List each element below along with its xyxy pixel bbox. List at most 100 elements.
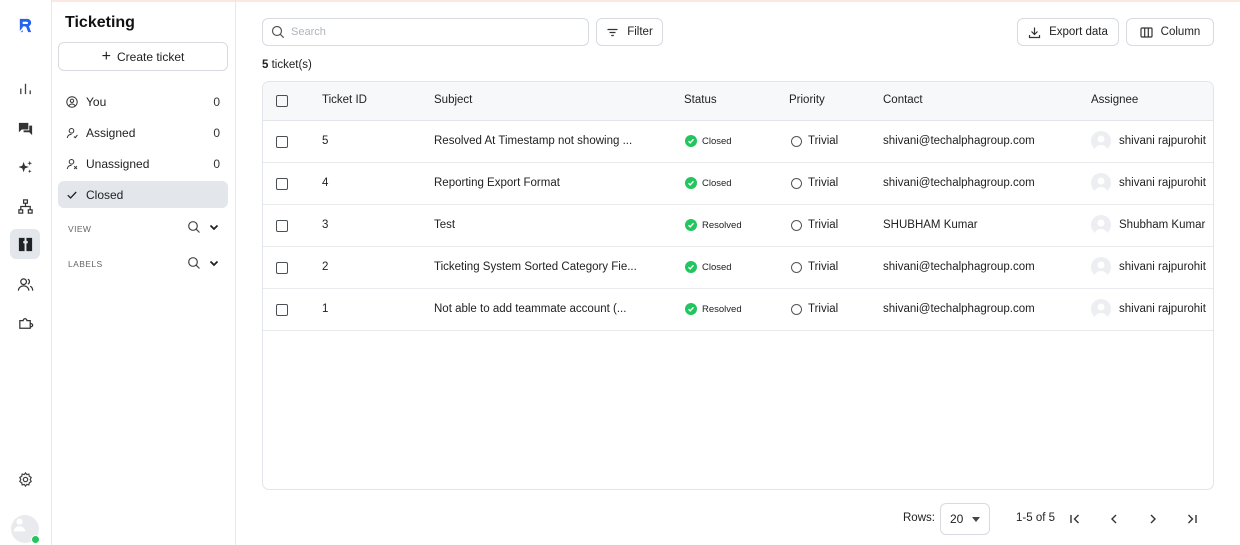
priority-label: Trivial <box>808 177 839 189</box>
assignee-avatar-icon <box>1091 257 1111 277</box>
cell-ticket-id: 1 <box>322 303 329 315</box>
header-subject[interactable]: Subject <box>434 94 472 106</box>
last-page-button[interactable] <box>1181 508 1203 530</box>
column-button[interactable]: Column <box>1126 18 1214 46</box>
status-badge: Closed <box>685 177 732 189</box>
caret-down-icon <box>972 516 981 522</box>
row-checkbox[interactable] <box>276 220 288 232</box>
select-all-checkbox[interactable] <box>276 95 288 107</box>
check-circle-icon <box>685 135 697 147</box>
table-row[interactable]: 2 Ticketing System Sorted Category Fie..… <box>263 247 1213 289</box>
sidebar-item-count: 0 <box>213 156 220 171</box>
contacts-icon[interactable] <box>10 269 40 299</box>
row-checkbox[interactable] <box>276 262 288 274</box>
cell-contact: shivani@techalphagroup.com <box>883 135 1035 147</box>
ticketing-sidebar: Ticketing + Create ticket You 0 Assigned… <box>52 0 236 545</box>
table-row[interactable]: 5 Resolved At Timestamp not showing ... … <box>263 121 1213 163</box>
chevron-left-icon <box>1111 514 1117 524</box>
cell-subject[interactable]: Reporting Export Format <box>434 177 560 189</box>
view-section-label: VIEW <box>68 224 92 234</box>
cell-ticket-id: 4 <box>322 177 329 189</box>
search-icon[interactable] <box>187 220 201 234</box>
cell-subject[interactable]: Not able to add teammate account (... <box>434 303 626 315</box>
sidebar-item-count: 0 <box>213 94 220 109</box>
priority-indicator: Trivial <box>791 303 838 315</box>
cell-contact: shivani@techalphagroup.com <box>883 177 1035 189</box>
check-icon <box>67 191 77 199</box>
next-page-button[interactable] <box>1142 508 1164 530</box>
assignee-name: Shubham Kumar <box>1119 219 1206 231</box>
sidebar-item-assigned[interactable]: Assigned 0 <box>58 119 228 146</box>
logo-icon[interactable] <box>10 10 40 40</box>
header-ticket-id[interactable]: Ticket ID <box>322 94 367 106</box>
status-badge: Closed <box>685 135 732 147</box>
online-status-dot <box>31 535 40 544</box>
priority-indicator: Trivial <box>791 219 838 231</box>
status-badge: Resolved <box>685 303 742 315</box>
chevron-down-icon[interactable] <box>207 256 221 270</box>
search-input[interactable] <box>291 26 571 38</box>
settings-icon[interactable] <box>10 464 40 494</box>
status-badge: Resolved <box>685 219 742 231</box>
sidebar-item-you[interactable]: You 0 <box>58 88 228 115</box>
row-checkbox[interactable] <box>276 136 288 148</box>
workflow-icon[interactable] <box>10 191 40 221</box>
rows-per-page-select[interactable]: 20 <box>940 503 990 535</box>
priority-indicator: Trivial <box>791 177 838 189</box>
cell-subject[interactable]: Test <box>434 219 455 231</box>
priority-label: Trivial <box>808 303 839 315</box>
header-contact[interactable]: Contact <box>883 94 923 106</box>
labels-section-tools <box>187 256 221 270</box>
row-checkbox[interactable] <box>276 304 288 316</box>
filter-label: Filter <box>627 26 653 38</box>
ticket-count-number: 5 <box>262 59 269 71</box>
sidebar-item-closed[interactable]: Closed <box>58 181 228 208</box>
ticket-count-suffix: ticket(s) <box>271 59 312 71</box>
cell-contact: SHUBHAM Kumar <box>883 219 978 231</box>
chevron-down-icon[interactable] <box>207 220 221 234</box>
header-priority[interactable]: Priority <box>789 94 825 106</box>
previous-page-button[interactable] <box>1103 508 1125 530</box>
row-checkbox[interactable] <box>276 178 288 190</box>
last-page-icon <box>1188 514 1197 524</box>
search-icon <box>271 25 285 39</box>
priority-indicator: Trivial <box>791 261 838 273</box>
ai-sparkle-icon[interactable] <box>10 152 40 182</box>
sidebar-item-unassigned[interactable]: Unassigned 0 <box>58 150 228 177</box>
analytics-icon[interactable] <box>10 73 40 103</box>
chat-icon[interactable] <box>10 113 40 143</box>
cell-ticket-id: 3 <box>322 219 329 231</box>
table-row[interactable]: 4 Reporting Export Format Closed Trivial… <box>263 163 1213 205</box>
ticket-icon[interactable] <box>10 229 40 259</box>
filter-button[interactable]: Filter <box>596 18 663 46</box>
cell-ticket-id: 5 <box>322 135 329 147</box>
rows-per-page-value: 20 <box>950 512 964 526</box>
priority-circle-icon <box>791 261 802 273</box>
table-header: Ticket ID Subject Status Priority Contac… <box>263 82 1213 121</box>
cell-subject[interactable]: Resolved At Timestamp not showing ... <box>434 135 632 147</box>
search-icon[interactable] <box>187 256 201 270</box>
status-badge: Closed <box>685 261 732 273</box>
priority-label: Trivial <box>808 261 839 273</box>
create-ticket-button[interactable]: + Create ticket <box>58 42 228 71</box>
header-status[interactable]: Status <box>684 94 717 106</box>
integrations-icon[interactable] <box>10 308 40 338</box>
table-row[interactable]: 3 Test Resolved Trivial SHUBHAM Kumar Sh… <box>263 205 1213 247</box>
table-row[interactable]: 1 Not able to add teammate account (... … <box>263 289 1213 331</box>
first-page-button[interactable] <box>1064 508 1086 530</box>
header-assignee[interactable]: Assignee <box>1091 94 1138 106</box>
rows-per-page-label: Rows: <box>903 512 935 524</box>
check-circle-icon <box>685 261 697 273</box>
pagination-range: 1-5 of 5 <box>1016 512 1055 524</box>
priority-circle-icon <box>791 303 802 315</box>
first-page-icon <box>1070 514 1079 524</box>
cell-contact: shivani@techalphagroup.com <box>883 261 1035 273</box>
export-data-button[interactable]: Export data <box>1017 18 1119 46</box>
plus-icon: + <box>101 47 111 65</box>
chevron-right-icon <box>1150 514 1156 524</box>
priority-circle-icon <box>791 177 802 189</box>
cell-subject[interactable]: Ticketing System Sorted Category Fie... <box>434 261 637 273</box>
ticket-count: 5 ticket(s) <box>262 59 312 71</box>
search-box[interactable] <box>262 18 589 46</box>
priority-label: Trivial <box>808 135 839 147</box>
